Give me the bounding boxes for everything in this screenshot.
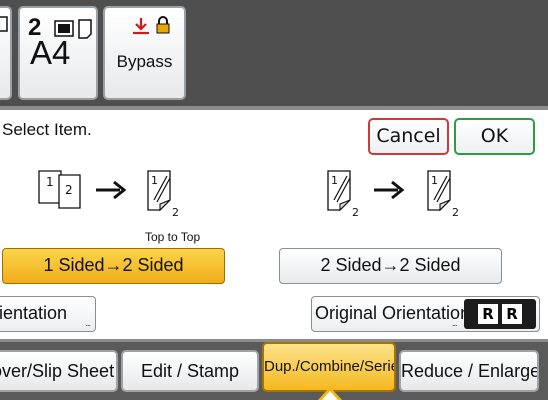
- function-tabs: over/Slip Sheet Edit / Stamp Dup./Combin…: [0, 342, 548, 400]
- lock-icon: [155, 16, 171, 39]
- duplex-result-icon: 1 2: [147, 170, 179, 219]
- source-page-2-number: 2: [352, 206, 359, 219]
- duplex-result-icon: 1 2: [427, 170, 459, 219]
- ok-button[interactable]: OK: [454, 118, 535, 155]
- two-to-two-sided-diagram: 1 2 1 2: [327, 170, 459, 219]
- bypass-feed-icon: [131, 16, 151, 41]
- source-page-2-number: 2: [65, 183, 73, 197]
- duplex-dialog: Select Item. Cancel OK 1 2 1 2 1 2 1 2 T…: [0, 106, 548, 342]
- dialog-title: Select Item.: [2, 120, 92, 139]
- result-page-2-number: 2: [452, 206, 459, 219]
- arrow-right-icon: [96, 180, 127, 200]
- bypass-label: Bypass: [116, 52, 173, 71]
- paper-tray-bar: 2 A4 Bypass: [0, 0, 548, 106]
- top-to-top-label: Top to Top: [145, 230, 201, 244]
- arrow-right-icon: [374, 180, 405, 200]
- one-sided-to-two-sided-button[interactable]: 1 Sided→2 Sided: [2, 248, 225, 284]
- tab-dup-combine-series[interactable]: Dup./Combine/Series: [262, 342, 396, 392]
- tab-edit-stamp[interactable]: Edit / Stamp: [121, 350, 259, 392]
- result-page-2-number: 2: [172, 206, 179, 219]
- tab-reduce-enlarge[interactable]: Reduce / Enlarge: [399, 350, 539, 392]
- orientation-label: rientation: [0, 303, 68, 323]
- result-page-1-number: 1: [431, 174, 438, 187]
- paper-size: A4: [30, 34, 71, 71]
- two-sided-to-two-sided-button[interactable]: 2 Sided→2 Sided: [279, 248, 502, 284]
- orientation-r-letter: R: [502, 304, 522, 324]
- tab-cover-slip-sheet[interactable]: over/Slip Sheet: [0, 350, 118, 392]
- original-orientation-button[interactable]: Original Orientation ... R R: [311, 296, 540, 332]
- more-icon: ...: [452, 318, 457, 328]
- source-page-1-number: 1: [46, 175, 54, 189]
- tray-2-button[interactable]: 2 A4: [18, 6, 98, 100]
- tray-1-button[interactable]: [0, 6, 12, 100]
- paper-icon: [78, 19, 92, 44]
- source-duplex-icon: 1 2: [327, 170, 359, 219]
- orientation-r-letter: R: [478, 304, 498, 324]
- original-orientation-label: Original Orientation: [315, 303, 471, 323]
- source-page-1-number: 1: [331, 174, 338, 187]
- one-to-two-sided-diagram: 1 2 1 2: [38, 170, 179, 219]
- orientation-r-icon: R R: [464, 299, 536, 329]
- active-tab-indicator-inner: [322, 391, 338, 400]
- cancel-button[interactable]: Cancel: [368, 118, 449, 155]
- source-pages-icon: 1 2: [38, 170, 81, 209]
- result-page-1-number: 1: [151, 174, 158, 187]
- orientation-button[interactable]: rientation ...: [0, 296, 96, 332]
- bypass-tray-button[interactable]: Bypass: [103, 6, 186, 100]
- paper-icon: [0, 16, 8, 37]
- more-icon: ...: [85, 318, 90, 328]
